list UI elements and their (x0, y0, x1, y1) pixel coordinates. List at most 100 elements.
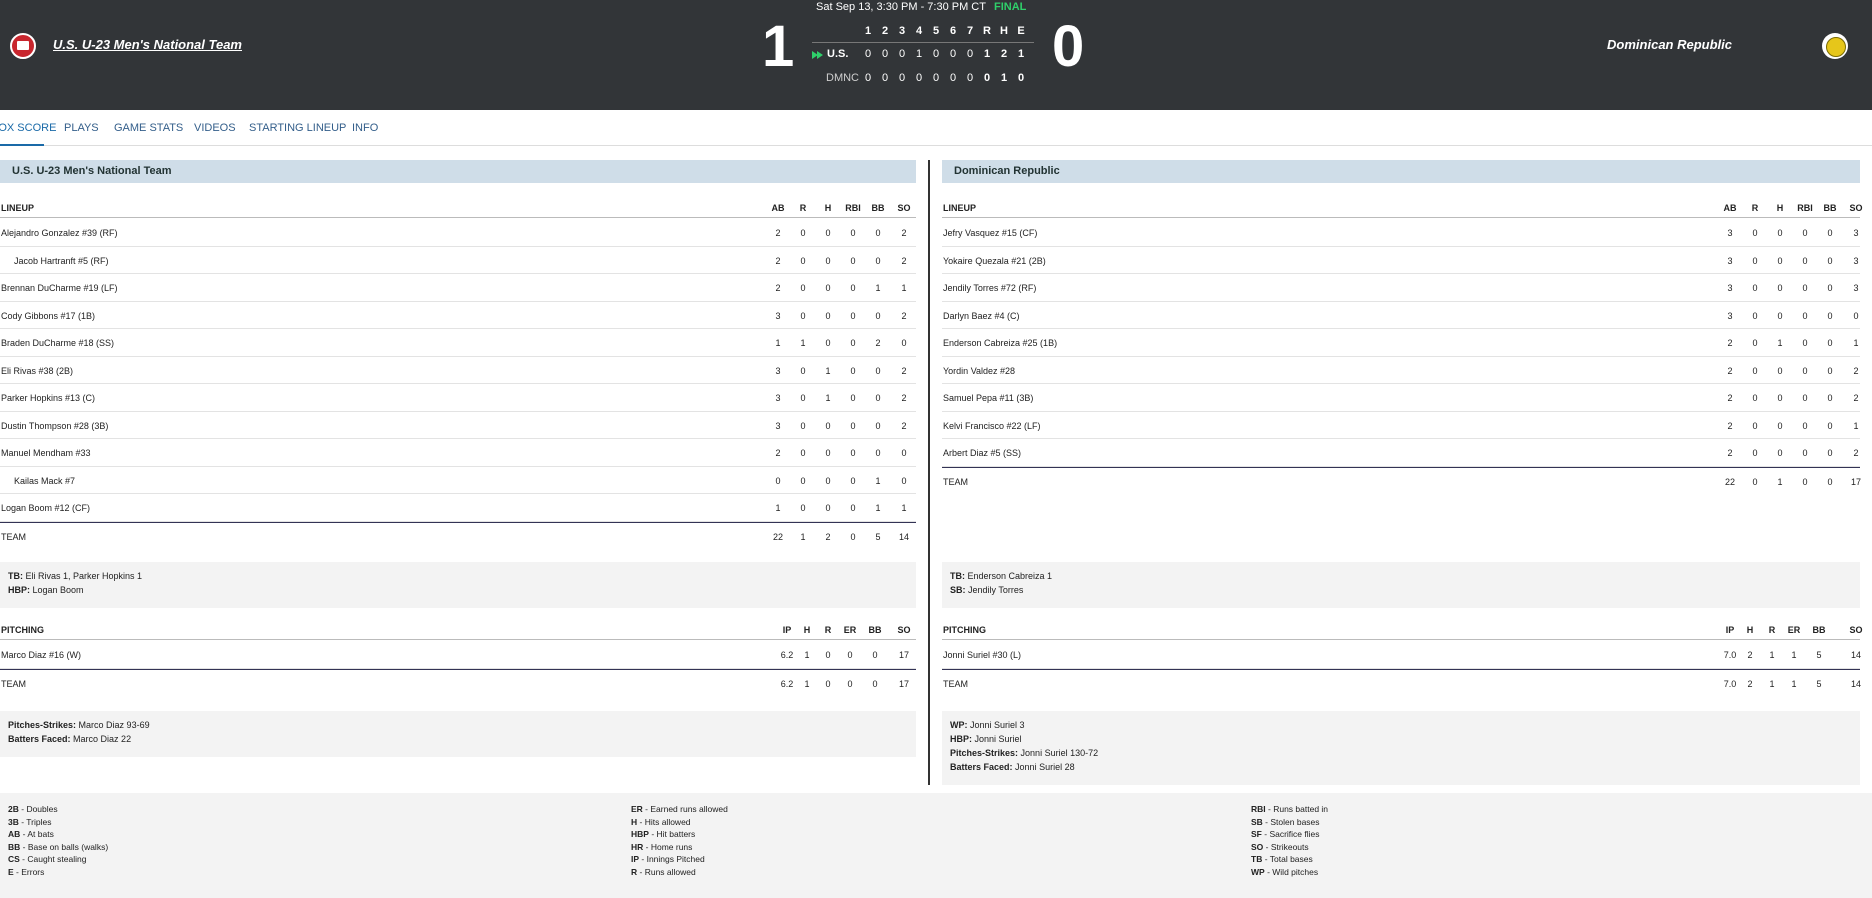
batter-name[interactable]: Yordin Valdez #28 (943, 366, 1015, 376)
glossary-abbr: RBI (1251, 804, 1266, 814)
batter-name[interactable]: Cody Gibbons #17 (1B) (1, 311, 95, 321)
pitching-col-header: IP (782, 625, 792, 635)
batter-row[interactable]: Manuel Mendham #33 2 0 0 0 0 0 (0, 439, 916, 467)
batter-stat: 0 (825, 338, 831, 348)
batter-name[interactable]: Yokaire Quezala #21 (2B) (943, 256, 1046, 266)
batter-name[interactable]: Darlyn Baez #4 (C) (943, 311, 1020, 321)
pitching-heading: PITCHING (943, 625, 987, 635)
batter-stat: 0 (1777, 310, 1783, 321)
batter-row[interactable]: Yokaire Quezala #21 (2B) 3 0 0 0 0 3 (942, 247, 1860, 274)
tab-videos[interactable]: VIDEOS (194, 122, 236, 134)
panel-divider (928, 160, 930, 785)
batter-row[interactable]: Jendily Torres #72 (RF) 3 0 0 0 0 3 (942, 274, 1860, 302)
batter-stat: 0 (825, 475, 831, 486)
batter-row[interactable]: Arbert Diaz #5 (SS) 2 0 0 0 0 2 (942, 439, 1860, 467)
batter-stat: 0 (850, 283, 856, 293)
batter-row[interactable]: Kailas Mack #7 0 0 0 0 1 0 (0, 467, 916, 494)
batter-name[interactable]: Arbert Diaz #5 (SS) (943, 448, 1021, 458)
team-pitching-stat: 0 (825, 678, 831, 689)
tab-box-score[interactable]: BOX SCORE (0, 122, 56, 134)
note-text: Jonni Suriel (974, 734, 1022, 744)
batter-name[interactable]: Kelvi Francisco #22 (LF) (943, 421, 1041, 431)
batter-stat: 2 (1727, 338, 1733, 348)
batter-row[interactable]: Samuel Pepa #11 (3B) 2 0 0 0 0 2 (942, 384, 1860, 412)
stat-col-header: H (824, 203, 832, 213)
stat-col-header: H (1776, 203, 1784, 213)
pitcher-stat: 0 (847, 650, 853, 660)
pitching-header-row: PITCHING IP H R ER BB SO (942, 620, 1863, 640)
batter-name[interactable]: Jacob Hartranft #5 (RF) (14, 256, 109, 266)
batter-stat: 0 (875, 310, 881, 321)
notes-box: TB: Enderson Cabreiza 1 SB: Jendily Torre… (942, 562, 1860, 608)
tab-game-stats[interactable]: GAME STATS (114, 122, 183, 134)
batter-stat: 3 (775, 420, 781, 431)
batter-row[interactable]: Brennan DuCharme #19 (LF) 2 0 0 0 1 1 (0, 274, 916, 302)
batter-row[interactable]: Darlyn Baez #4 (C) 3 0 0 0 0 0 (942, 302, 1860, 329)
team-pitching-stat: 17 (898, 678, 909, 689)
glossary-abbr: CS (8, 854, 20, 864)
team-pitching-stat: 6.2 (780, 678, 794, 689)
batter-row[interactable]: Enderson Cabreiza #25 (1B) 2 0 1 0 0 1 (942, 329, 1860, 357)
batter-row[interactable]: Braden DuCharme #18 (SS) 1 1 0 0 2 0 (0, 329, 916, 357)
batter-name[interactable]: Brennan DuCharme #19 (LF) (1, 283, 118, 293)
batter-row[interactable]: Parker Hopkins #13 (C) 3 0 1 0 0 2 (0, 384, 916, 412)
batter-stat: 2 (901, 365, 907, 376)
batter-name[interactable]: Enderson Cabreiza #25 (1B) (943, 338, 1057, 348)
batter-name[interactable]: Braden DuCharme #18 (SS) (1, 338, 114, 348)
batter-row[interactable]: Eli Rivas #38 (2B) 3 0 1 0 0 2 (0, 357, 916, 384)
glossary-column: 2B - Doubles 3B - Triples AB - At bats BB -… (8, 804, 108, 879)
glossary-abbr: SB (1251, 816, 1263, 827)
batter-stat: 1 (1777, 338, 1783, 348)
batter-stat: 0 (825, 310, 831, 321)
pitcher-name[interactable]: Jonni Suriel #30 (L) (943, 650, 1021, 660)
team-banner-title: U.S. U-23 Men's National Team (12, 165, 172, 177)
batter-stat: 0 (1827, 448, 1833, 458)
linescore-col-header: 6 (949, 25, 957, 37)
linescore-value: 0 (949, 72, 957, 84)
away-team-logo-icon[interactable] (1822, 33, 1848, 59)
batter-stat: 3 (1727, 255, 1733, 266)
pitcher-name[interactable]: Marco Diaz #16 (W) (1, 650, 81, 660)
batter-row[interactable]: Alejandro Gonzalez #39 (RF) 2 0 0 0 0 2 (0, 219, 916, 247)
stat-col-header: BB (871, 203, 885, 213)
stat-col-header: AB (771, 203, 785, 213)
tab-plays[interactable]: PLAYS (64, 122, 99, 134)
linescore-col-header: E (1017, 25, 1025, 37)
batter-stat: 0 (1827, 283, 1833, 293)
batter-name[interactable]: Logan Boom #12 (CF) (1, 503, 90, 513)
note-line: Pitches-Strikes: Marco Diaz 93-69 (8, 720, 908, 734)
team-banner: U.S. U-23 Men's National Team (0, 160, 916, 183)
tab-info[interactable]: INFO (352, 122, 378, 134)
batter-row[interactable]: Yordin Valdez #28 2 0 0 0 0 2 (942, 357, 1860, 384)
tab-starting-lineup[interactable]: STARTING LINEUP (249, 122, 346, 134)
glossary-item: 3B - Triples (8, 816, 52, 827)
pitcher-row[interactable]: Jonni Suriel #30 (L) 7.0 2 1 1 5 14 (942, 641, 1861, 669)
batter-stat: 2 (1727, 420, 1733, 431)
batter-row[interactable]: Jefry Vasquez #15 (CF) 3 0 0 0 0 3 (942, 219, 1860, 247)
game-header: U.S. U-23 Men's National Team Sat Sep 13… (0, 0, 1872, 110)
batter-name[interactable]: Kailas Mack #7 (14, 476, 75, 486)
batter-row[interactable]: Dustin Thompson #28 (3B) 3 0 0 0 0 2 (0, 412, 916, 439)
batter-stat: 0 (1827, 420, 1833, 431)
home-team-name-link[interactable]: U.S. U-23 Men's National Team (53, 37, 242, 52)
home-team-logo-icon[interactable] (10, 33, 36, 59)
stat-col-header: RBI (845, 203, 861, 213)
batter-row[interactable]: Kelvi Francisco #22 (LF) 2 0 0 0 0 1 (942, 412, 1860, 439)
batter-name[interactable]: Jefry Vasquez #15 (CF) (943, 228, 1037, 238)
batter-row[interactable]: Cody Gibbons #17 (1B) 3 0 0 0 0 2 (0, 302, 916, 329)
batter-name[interactable]: Alejandro Gonzalez #39 (RF) (1, 228, 118, 238)
batter-name[interactable]: Parker Hopkins #13 (C) (1, 393, 95, 403)
batter-name[interactable]: Samuel Pepa #11 (3B) (943, 393, 1033, 403)
batter-stat: 1 (901, 283, 907, 293)
glossary-text: Triples (26, 816, 52, 827)
batter-row[interactable]: Jacob Hartranft #5 (RF) 2 0 0 0 0 2 (0, 247, 916, 274)
batter-name[interactable]: Eli Rivas #38 (2B) (1, 366, 73, 376)
batter-name[interactable]: Jendily Torres #72 (RF) (943, 283, 1036, 293)
batter-name[interactable]: Dustin Thompson #28 (3B) (1, 421, 108, 431)
pitcher-row[interactable]: Marco Diaz #16 (W) 6.2 1 0 0 0 17 (0, 641, 916, 669)
glossary-abbr: IP (631, 854, 640, 864)
batter-row[interactable]: Logan Boom #12 (CF) 1 0 0 0 1 1 (0, 494, 916, 522)
batter-name[interactable]: Manuel Mendham #33 (1, 448, 91, 458)
linescore-value: 0 (881, 48, 889, 60)
away-team-name[interactable]: Dominican Republic (1607, 37, 1732, 52)
